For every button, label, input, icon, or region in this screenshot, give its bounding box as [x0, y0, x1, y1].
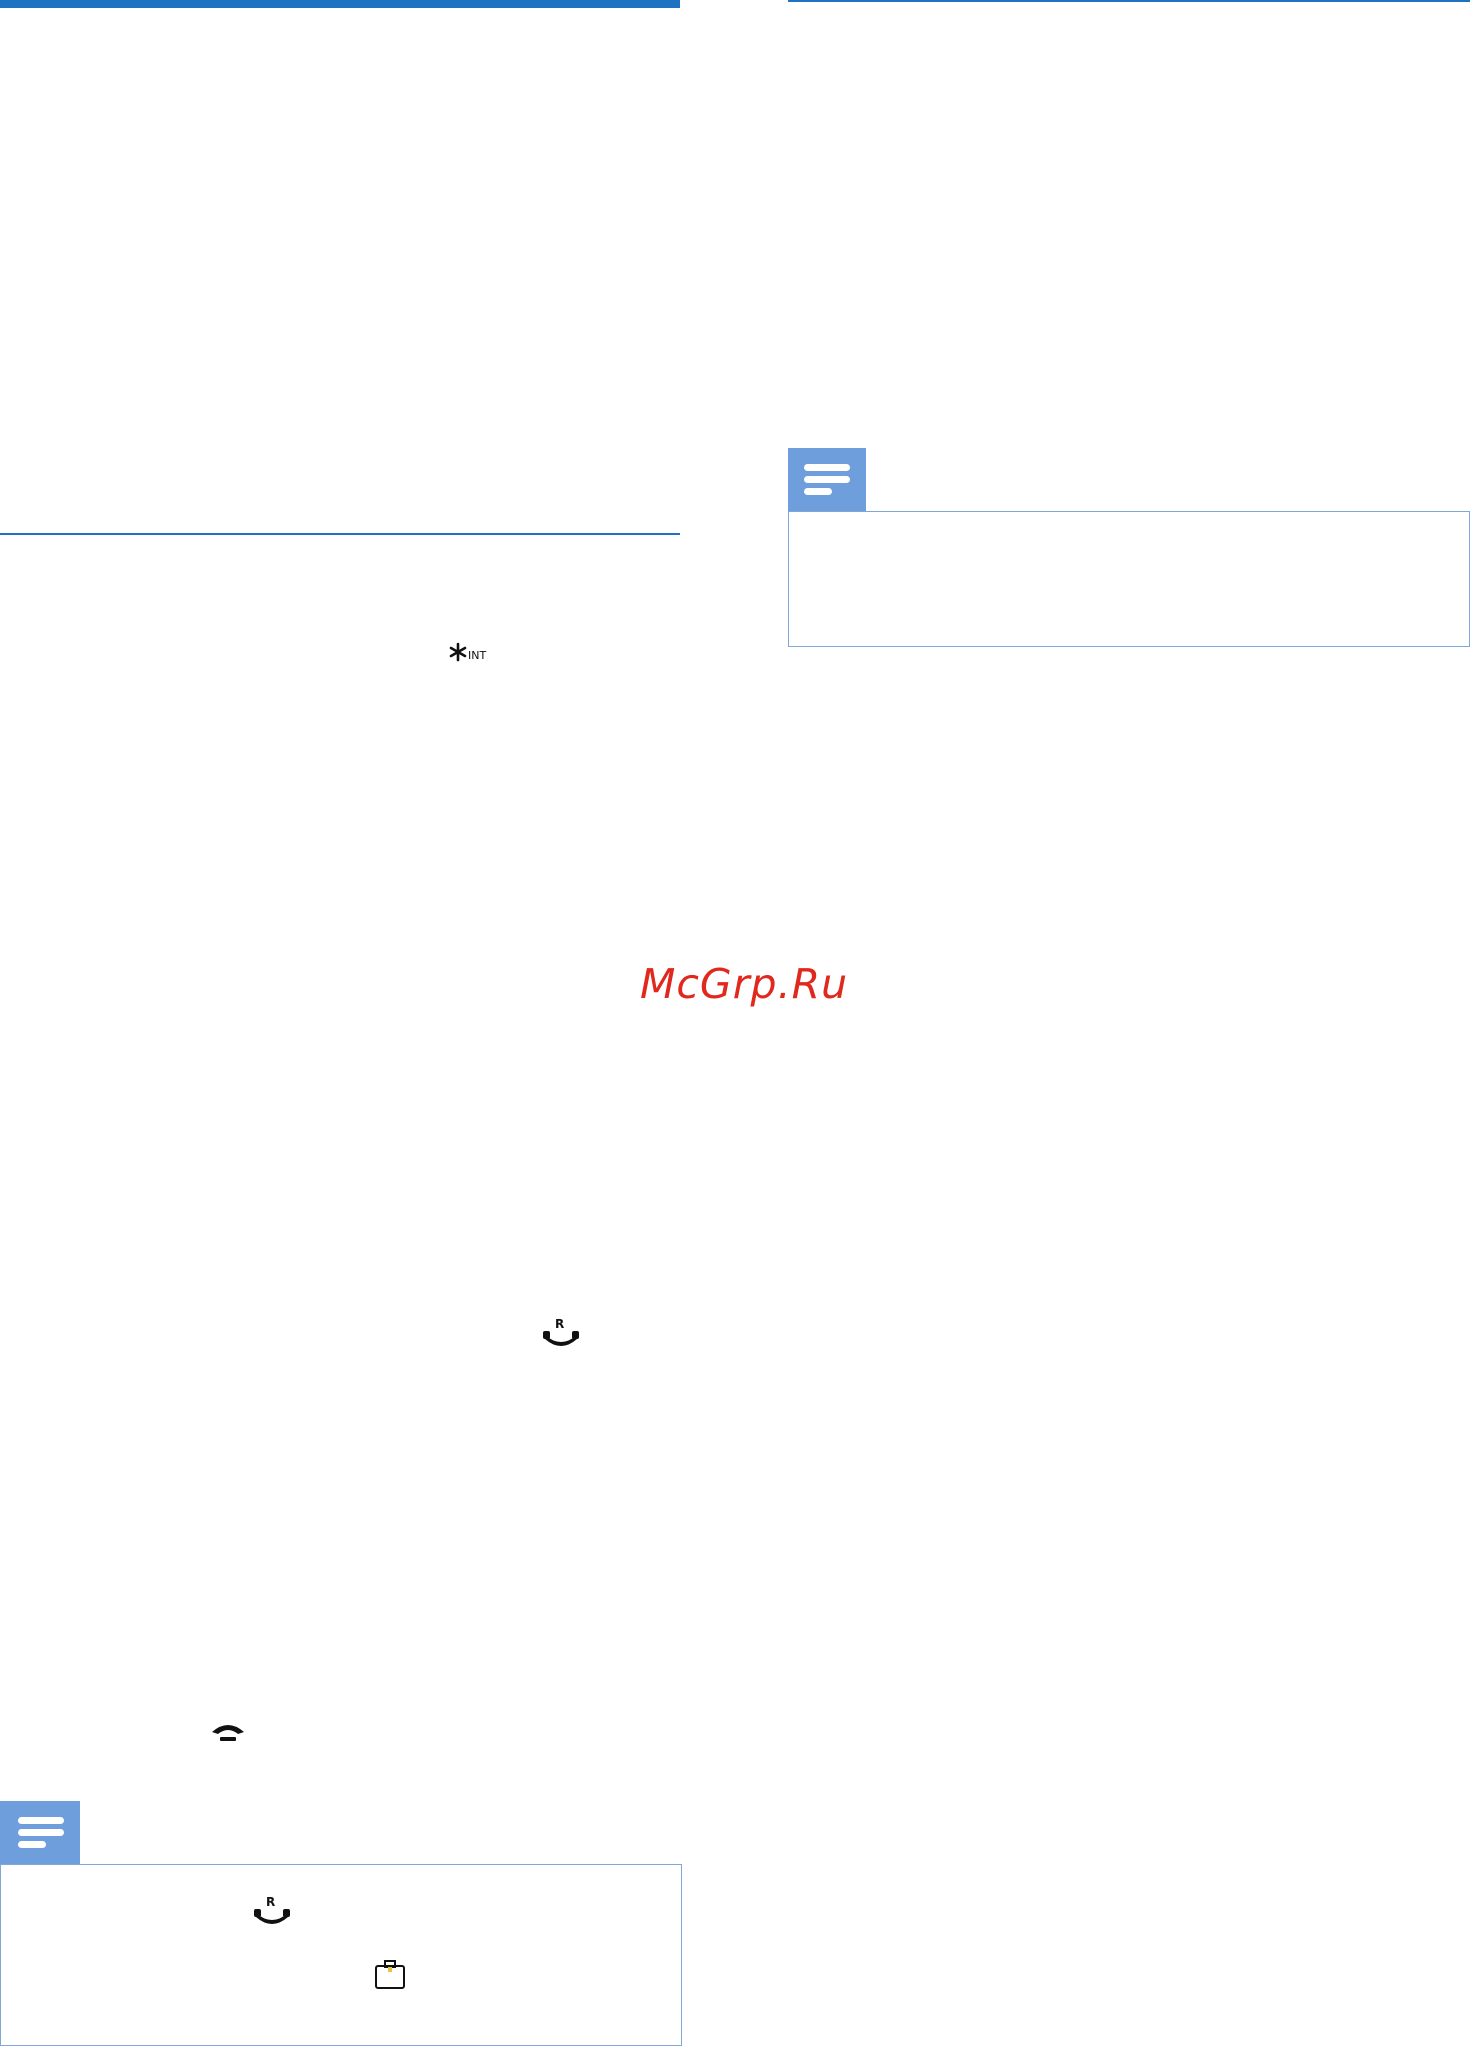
intercom-key-label: INT [468, 649, 486, 662]
note-tab-left [0, 1801, 80, 1865]
note-recall-key-label: R [266, 1895, 275, 1909]
menu-key-icon [375, 1960, 405, 1989]
end-call-key [208, 1720, 248, 1744]
note-tab-right [788, 448, 866, 512]
recall-key: R [541, 1315, 581, 1347]
note-icon [18, 1817, 64, 1848]
note-menu-key [373, 1959, 407, 1991]
recall-talk-key-icon: R [254, 1895, 290, 1924]
star-int-key-icon: INT [449, 642, 486, 662]
note-box-right [788, 511, 1470, 647]
section-rule-top-left [0, 0, 680, 8]
recall-talk-key-icon: R [543, 1317, 579, 1346]
watermark: McGrp.Ru [640, 960, 849, 1008]
section-rule-top-right [788, 0, 1470, 2]
intercom-key: INT [449, 642, 501, 662]
note-recall-key: R [252, 1893, 292, 1925]
note-box-left: R [0, 1864, 682, 2046]
end-call-key-icon [212, 1725, 244, 1741]
recall-key-label: R [555, 1317, 564, 1331]
section-rule-mid-left [0, 533, 680, 535]
note-icon [804, 464, 850, 495]
